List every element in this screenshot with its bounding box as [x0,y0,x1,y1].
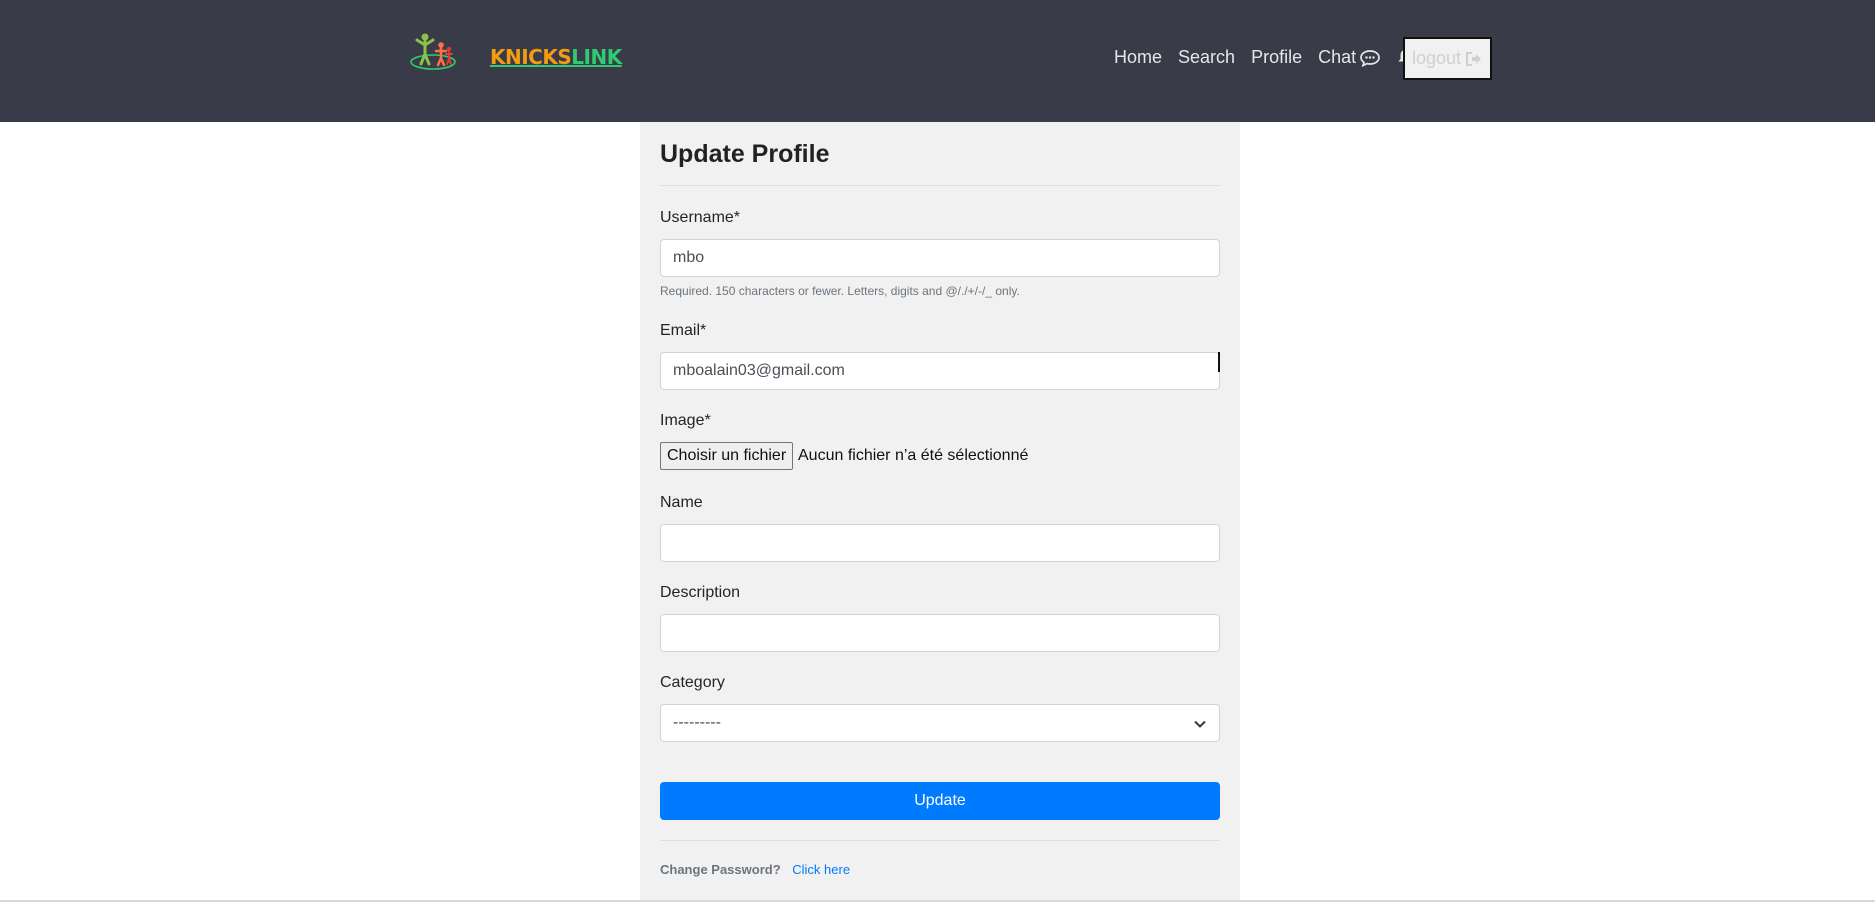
logout-label: logout [1411,48,1462,68]
brand-name[interactable]: KNICKSLINK [490,45,622,69]
chevron-down-icon [1194,720,1206,728]
category-label: Category [660,674,725,691]
divider [660,840,1220,841]
change-password-row: Change Password? Click here [660,862,850,877]
username-input[interactable]: mbo [660,239,1220,277]
nav-chat-label: Chat [1318,47,1357,67]
brand-part-2: LINK [571,45,622,69]
category-select[interactable]: --------- [660,704,1220,742]
logout-icon [1466,51,1482,66]
name-input[interactable] [660,524,1220,562]
image-label: Image* [660,412,711,429]
nav-search-link[interactable]: Search [1178,47,1235,68]
description-input[interactable] [660,614,1220,652]
category-selected-value: --------- [673,714,721,731]
nav-chat-link[interactable]: Chat [1318,47,1381,68]
text-cursor [1218,352,1220,372]
update-button[interactable]: Update [660,782,1220,820]
logo-icon[interactable] [409,32,461,72]
navbar: KNICKSLINK Home Search Profile Chat logo… [0,0,1875,122]
name-label: Name [660,494,703,511]
update-profile-card: Update Profile Username* mbo Required. 1… [640,122,1240,902]
nav-profile-link[interactable]: Profile [1251,47,1302,68]
nav-links: Home Search Profile Chat [1114,47,1425,68]
username-label: Username* [660,209,741,226]
page-title: Update Profile [660,140,830,168]
change-password-prompt: Change Password? [660,862,781,877]
email-label: Email* [660,322,707,339]
choose-file-button[interactable]: Choisir un fichier [660,442,794,470]
chat-icon [1360,49,1380,67]
brand-part-1: KNICKS [490,45,572,69]
file-status-text: Aucun fichier n’a été sélectionné [798,447,1029,464]
change-password-link[interactable]: Click here [792,862,850,877]
username-help-text: Required. 150 characters or fewer. Lette… [660,284,1020,298]
description-label: Description [660,584,741,601]
email-input[interactable]: mboalain03@gmail.com [660,352,1220,390]
divider [660,185,1220,186]
nav-home-link[interactable]: Home [1114,47,1162,68]
logout-button[interactable]: logout [1403,37,1492,80]
